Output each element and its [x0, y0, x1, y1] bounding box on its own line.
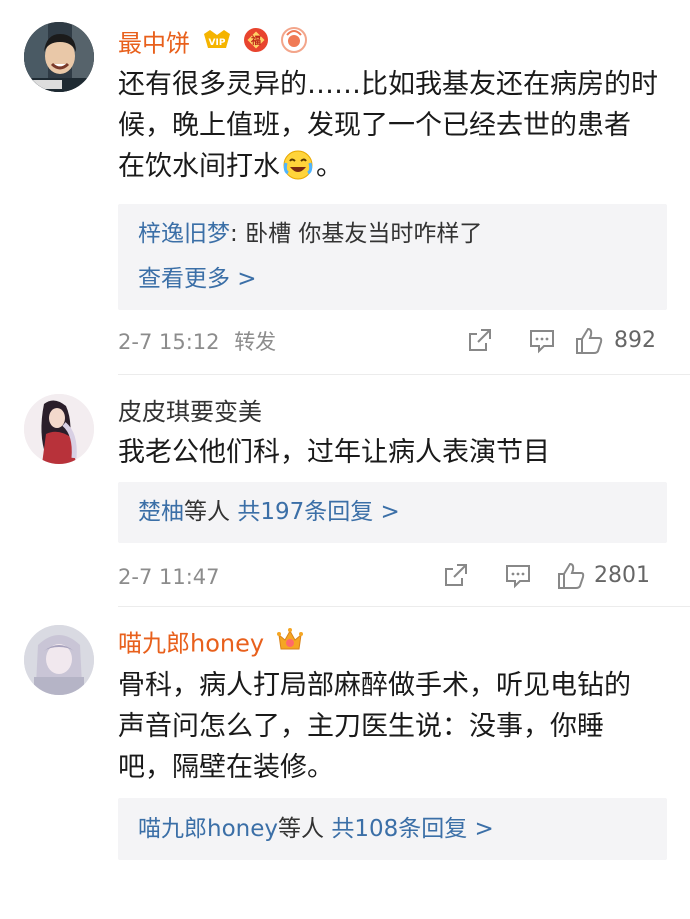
view-more-link[interactable]: 查看更多 >: [138, 264, 257, 294]
comment-line: 吧，隔壁在装修。: [118, 752, 334, 783]
comment-meta: 2-7 15:12 转发: [118, 329, 276, 355]
reply-preview[interactable]: 楚柚等人 共197条回复 >: [118, 482, 667, 543]
like-count: 892: [614, 328, 656, 353]
laugh-cry-emoji-icon: [282, 149, 314, 193]
comment-item: 皮皮琪要变美 我老公他们科，过年让病人表演节目 楚柚等人 共197条回复 > 2…: [0, 375, 690, 607]
timestamp: 2-7 11:47: [118, 565, 220, 589]
username-text[interactable]: 最中饼: [118, 30, 190, 58]
comment-text: 骨科，病人打局部麻醉做手术，听见电钻的 声音问怎么了，主刀医生说：没事，你睡 吧…: [118, 665, 668, 788]
comment-text: 还有很多灵异的……比如我基友还在病房的时 候，晚上值班，发现了一个已经去世的患者…: [118, 64, 668, 193]
crown-badge-icon: [276, 627, 304, 660]
username-text[interactable]: 皮皮琪要变美: [118, 398, 262, 426]
vip-icon: VIP: [202, 28, 232, 59]
reply-author[interactable]: 楚柚: [138, 499, 184, 525]
reply-separator: :: [230, 221, 246, 247]
svg-text:福: 福: [250, 34, 261, 47]
action-bar: 2801: [442, 561, 666, 593]
fu-badge-icon: 福: [243, 27, 269, 60]
comment-item: 最中饼 VIP 福 还有很多灵异的……比如我基友还在病房的时 候，晚上值班，发现…: [0, 0, 690, 375]
comment-icon[interactable]: [504, 561, 532, 593]
repost-link[interactable]: 转发: [234, 330, 276, 354]
reply-line: 楚柚等人 共197条回复 >: [138, 497, 400, 527]
comment-line: 在饮水间打水 。: [118, 146, 668, 193]
comment-line-text: 在饮水间打水: [118, 151, 280, 182]
timestamp: 2-7 15:12: [118, 330, 220, 354]
like-icon[interactable]: [574, 326, 604, 360]
reply-content: 卧槽 你基友当时咋样了: [245, 221, 483, 247]
comment-text: 我老公他们科，过年让病人表演节目: [118, 432, 668, 473]
comment-icon[interactable]: [528, 326, 556, 358]
avatar[interactable]: [24, 625, 94, 695]
username-text[interactable]: 喵九郎honey: [118, 630, 264, 658]
username[interactable]: 最中饼 VIP 福: [118, 27, 307, 60]
like-count: 2801: [594, 563, 650, 588]
username[interactable]: 皮皮琪要变美: [118, 396, 262, 427]
reply-others: 等人: [278, 816, 332, 842]
comment-line: 还有很多灵异的……比如我基友还在病房的时: [118, 69, 658, 100]
reply-line: 梓逸旧梦: 卧槽 你基友当时咋样了: [138, 219, 482, 249]
reply-preview[interactable]: 梓逸旧梦: 卧槽 你基友当时咋样了 查看更多 >: [118, 204, 667, 310]
reply-total-link[interactable]: 共197条回复 >: [237, 499, 399, 525]
comment-line: 我老公他们科，过年让病人表演节目: [118, 437, 550, 468]
comment-meta: 2-7 11:47: [118, 564, 220, 590]
svg-text:VIP: VIP: [208, 38, 225, 48]
reply-preview[interactable]: 喵九郎honey等人 共108条回复 >: [118, 798, 667, 860]
share-icon[interactable]: [466, 326, 494, 358]
avatar[interactable]: [24, 394, 94, 464]
avatar[interactable]: [24, 22, 94, 92]
share-icon[interactable]: [442, 561, 470, 593]
action-bar: 892: [466, 326, 666, 358]
comment-line-end: 。: [316, 151, 343, 182]
like-icon[interactable]: [556, 561, 586, 595]
reply-others: 等人: [184, 499, 238, 525]
comment-line: 候，晚上值班，发现了一个已经去世的患者: [118, 110, 631, 141]
comment-line: 声音问怎么了，主刀医生说：没事，你睡: [118, 711, 604, 742]
comment-item: 喵九郎honey 骨科，病人打局部麻醉做手术，听见电钻的 声音问怎么了，主刀医生…: [0, 607, 690, 919]
comment-line: 骨科，病人打局部麻醉做手术，听见电钻的: [118, 670, 631, 701]
reply-author[interactable]: 喵九郎honey: [138, 816, 278, 842]
reply-line: 喵九郎honey等人 共108条回复 >: [138, 814, 494, 844]
reply-author[interactable]: 梓逸旧梦: [138, 221, 230, 247]
username[interactable]: 喵九郎honey: [118, 627, 304, 660]
fan-badge-icon: [280, 27, 307, 60]
reply-total-link[interactable]: 共108条回复 >: [331, 816, 493, 842]
